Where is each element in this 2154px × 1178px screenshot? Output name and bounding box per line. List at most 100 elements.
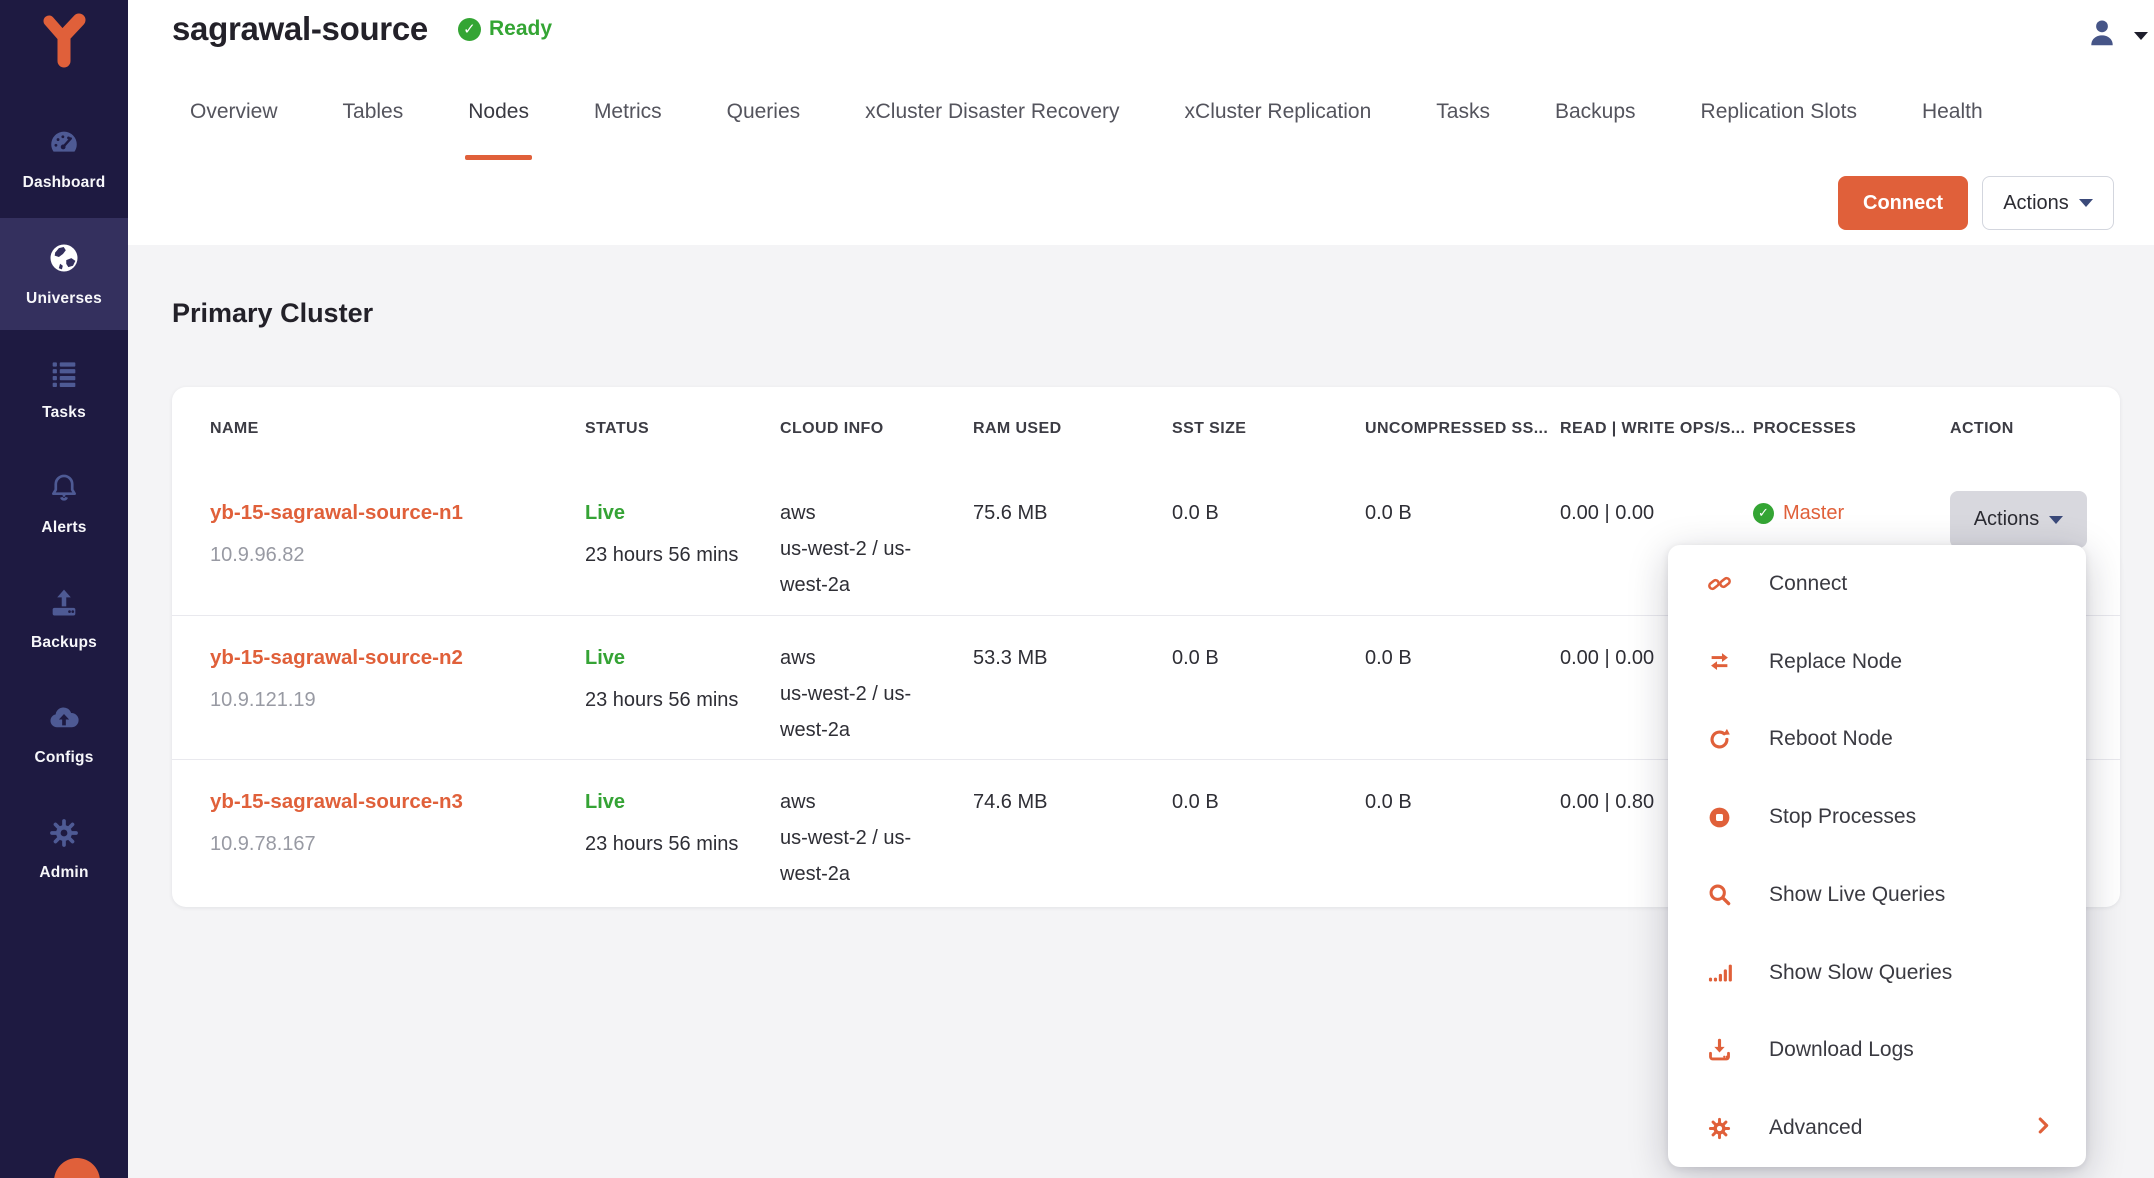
sidebar-item-label: Configs	[34, 749, 93, 767]
node-actions-button[interactable]: Actions	[1950, 491, 2087, 548]
gauge-icon	[46, 126, 82, 165]
reboot-icon	[1706, 726, 1733, 753]
node-uptime: 23 hours 56 mins	[585, 826, 766, 862]
column-header-action[interactable]: ACTION	[1950, 420, 2120, 438]
status-badge: ✓ Ready	[458, 17, 552, 41]
bar-chart-icon	[1706, 959, 1733, 986]
column-header-processes[interactable]: PROCESSES	[1753, 420, 1950, 438]
cloud-upload-icon	[46, 701, 82, 740]
menu-item-label: Download Logs	[1769, 1038, 1914, 1062]
user-icon	[2086, 15, 2118, 56]
cloud-region: us-west-2 / us-west-2a	[780, 531, 922, 603]
cloud-region: us-west-2 / us-west-2a	[780, 820, 922, 892]
caret-down-icon	[2079, 199, 2093, 207]
node-name-link[interactable]: yb-15-sagrawal-source-n1	[210, 495, 571, 531]
tab-metrics[interactable]: Metrics	[594, 100, 662, 124]
universe-detail-page: Dashboard Universes	[0, 0, 2154, 1178]
cell-status: Live 23 hours 56 mins	[585, 640, 780, 718]
menu-item-show-live-queries[interactable]: Show Live Queries	[1668, 856, 2086, 934]
cell-ram-used: 74.6 MB	[973, 784, 1172, 820]
menu-item-label: Reboot Node	[1769, 727, 1893, 751]
menu-item-label: Replace Node	[1769, 650, 1902, 674]
column-header-status[interactable]: STATUS	[585, 420, 780, 438]
sidebar-item-configs[interactable]: Configs	[0, 678, 128, 790]
cell-sst-size: 0.0 B	[1172, 640, 1365, 676]
cell-ram-used: 75.6 MB	[973, 495, 1172, 531]
node-status: Live	[585, 495, 766, 531]
tab-nodes[interactable]: Nodes	[468, 100, 529, 124]
sidebar-item-backups[interactable]: Backups	[0, 563, 128, 675]
menu-item-show-slow-queries[interactable]: Show Slow Queries	[1668, 934, 2086, 1012]
tab-queries[interactable]: Queries	[727, 100, 801, 124]
tab-health[interactable]: Health	[1922, 100, 1983, 124]
column-header-ram-used[interactable]: RAM USED	[973, 420, 1172, 438]
download-icon	[1706, 1037, 1733, 1064]
cell-uncompressed: 0.0 B	[1365, 640, 1560, 676]
sidebar-item-universes[interactable]: Universes	[0, 218, 128, 330]
menu-item-label: Connect	[1769, 572, 1847, 596]
universe-actions-button[interactable]: Actions	[1982, 176, 2114, 230]
user-menu[interactable]	[2086, 15, 2148, 56]
tab-tables[interactable]: Tables	[343, 100, 404, 124]
node-ip: 10.9.96.82	[210, 537, 571, 573]
sidebar-item-admin[interactable]: Admin	[0, 793, 128, 905]
tab-xcluster-disaster-recovery[interactable]: xCluster Disaster Recovery	[865, 100, 1119, 124]
cloud-provider: aws	[780, 495, 959, 531]
check-circle-icon: ✓	[1753, 503, 1774, 524]
universe-tabs: Overview Tables Nodes Metrics Queries xC…	[190, 100, 1983, 124]
cloud-provider: aws	[780, 784, 959, 820]
yugabyte-logo-icon[interactable]	[0, 12, 128, 70]
sidebar-item-label: Tasks	[42, 404, 86, 422]
cell-name: yb-15-sagrawal-source-n1 10.9.96.82	[210, 495, 585, 573]
cell-action: Actions	[1950, 495, 2120, 548]
cell-status: Live 23 hours 56 mins	[585, 784, 780, 862]
menu-item-stop-processes[interactable]: Stop Processes	[1668, 778, 2086, 856]
column-header-cloud-info[interactable]: CLOUD INFO	[780, 420, 973, 438]
swap-icon	[1706, 648, 1733, 675]
sidebar-item-tasks[interactable]: Tasks	[0, 333, 128, 445]
help-badge-icon[interactable]	[54, 1158, 100, 1178]
cell-cloud-info: aws us-west-2 / us-west-2a	[780, 784, 973, 892]
column-header-name[interactable]: NAME	[210, 420, 585, 438]
tab-xcluster-replication[interactable]: xCluster Replication	[1185, 100, 1372, 124]
sidebar-item-alerts[interactable]: Alerts	[0, 448, 128, 560]
node-name-link[interactable]: yb-15-sagrawal-source-n3	[210, 784, 571, 820]
node-actions-menu: Connect Replace Node Reboot Node	[1668, 545, 2086, 1167]
upload-icon	[46, 586, 82, 625]
sidebar: Dashboard Universes	[0, 0, 128, 1178]
column-header-uncompressed[interactable]: UNCOMPRESSED SS...	[1365, 420, 1560, 438]
menu-item-connect[interactable]: Connect	[1668, 545, 2086, 623]
sidebar-item-dashboard[interactable]: Dashboard	[0, 103, 128, 215]
universe-title-row: sagrawal-source ✓ Ready	[172, 10, 552, 48]
column-header-sst-size[interactable]: SST SIZE	[1172, 420, 1365, 438]
node-status: Live	[585, 640, 766, 676]
tab-replication-slots[interactable]: Replication Slots	[1701, 100, 1857, 124]
cell-cloud-info: aws us-west-2 / us-west-2a	[780, 640, 973, 748]
gear-icon	[1706, 1115, 1733, 1142]
link-icon	[1706, 570, 1733, 597]
cell-sst-size: 0.0 B	[1172, 495, 1365, 531]
tab-tasks[interactable]: Tasks	[1436, 100, 1490, 124]
menu-item-reboot-node[interactable]: Reboot Node	[1668, 701, 2086, 779]
tab-overview[interactable]: Overview	[190, 100, 278, 124]
cell-ram-used: 53.3 MB	[973, 640, 1172, 676]
menu-item-advanced[interactable]: Advanced	[1668, 1089, 2086, 1167]
cell-uncompressed: 0.0 B	[1365, 495, 1560, 531]
menu-item-download-logs[interactable]: Download Logs	[1668, 1012, 2086, 1090]
sidebar-item-label: Dashboard	[23, 174, 106, 192]
master-process-link[interactable]: Master	[1783, 495, 1844, 531]
tab-backups[interactable]: Backups	[1555, 100, 1636, 124]
table-header-row: NAME STATUS CLOUD INFO RAM USED SST SIZE…	[172, 387, 2120, 471]
status-label: Ready	[489, 17, 552, 41]
column-header-read-write[interactable]: READ | WRITE OPS/S...	[1560, 420, 1753, 438]
caret-down-icon	[2134, 32, 2148, 40]
menu-item-label: Show Slow Queries	[1769, 961, 1952, 985]
menu-item-label: Stop Processes	[1769, 805, 1916, 829]
connect-button[interactable]: Connect	[1838, 176, 1968, 230]
menu-item-label: Show Live Queries	[1769, 883, 1945, 907]
cloud-region: us-west-2 / us-west-2a	[780, 676, 922, 748]
menu-item-replace-node[interactable]: Replace Node	[1668, 623, 2086, 701]
cell-status: Live 23 hours 56 mins	[585, 495, 780, 573]
stop-icon	[1706, 804, 1733, 831]
node-name-link[interactable]: yb-15-sagrawal-source-n2	[210, 640, 571, 676]
